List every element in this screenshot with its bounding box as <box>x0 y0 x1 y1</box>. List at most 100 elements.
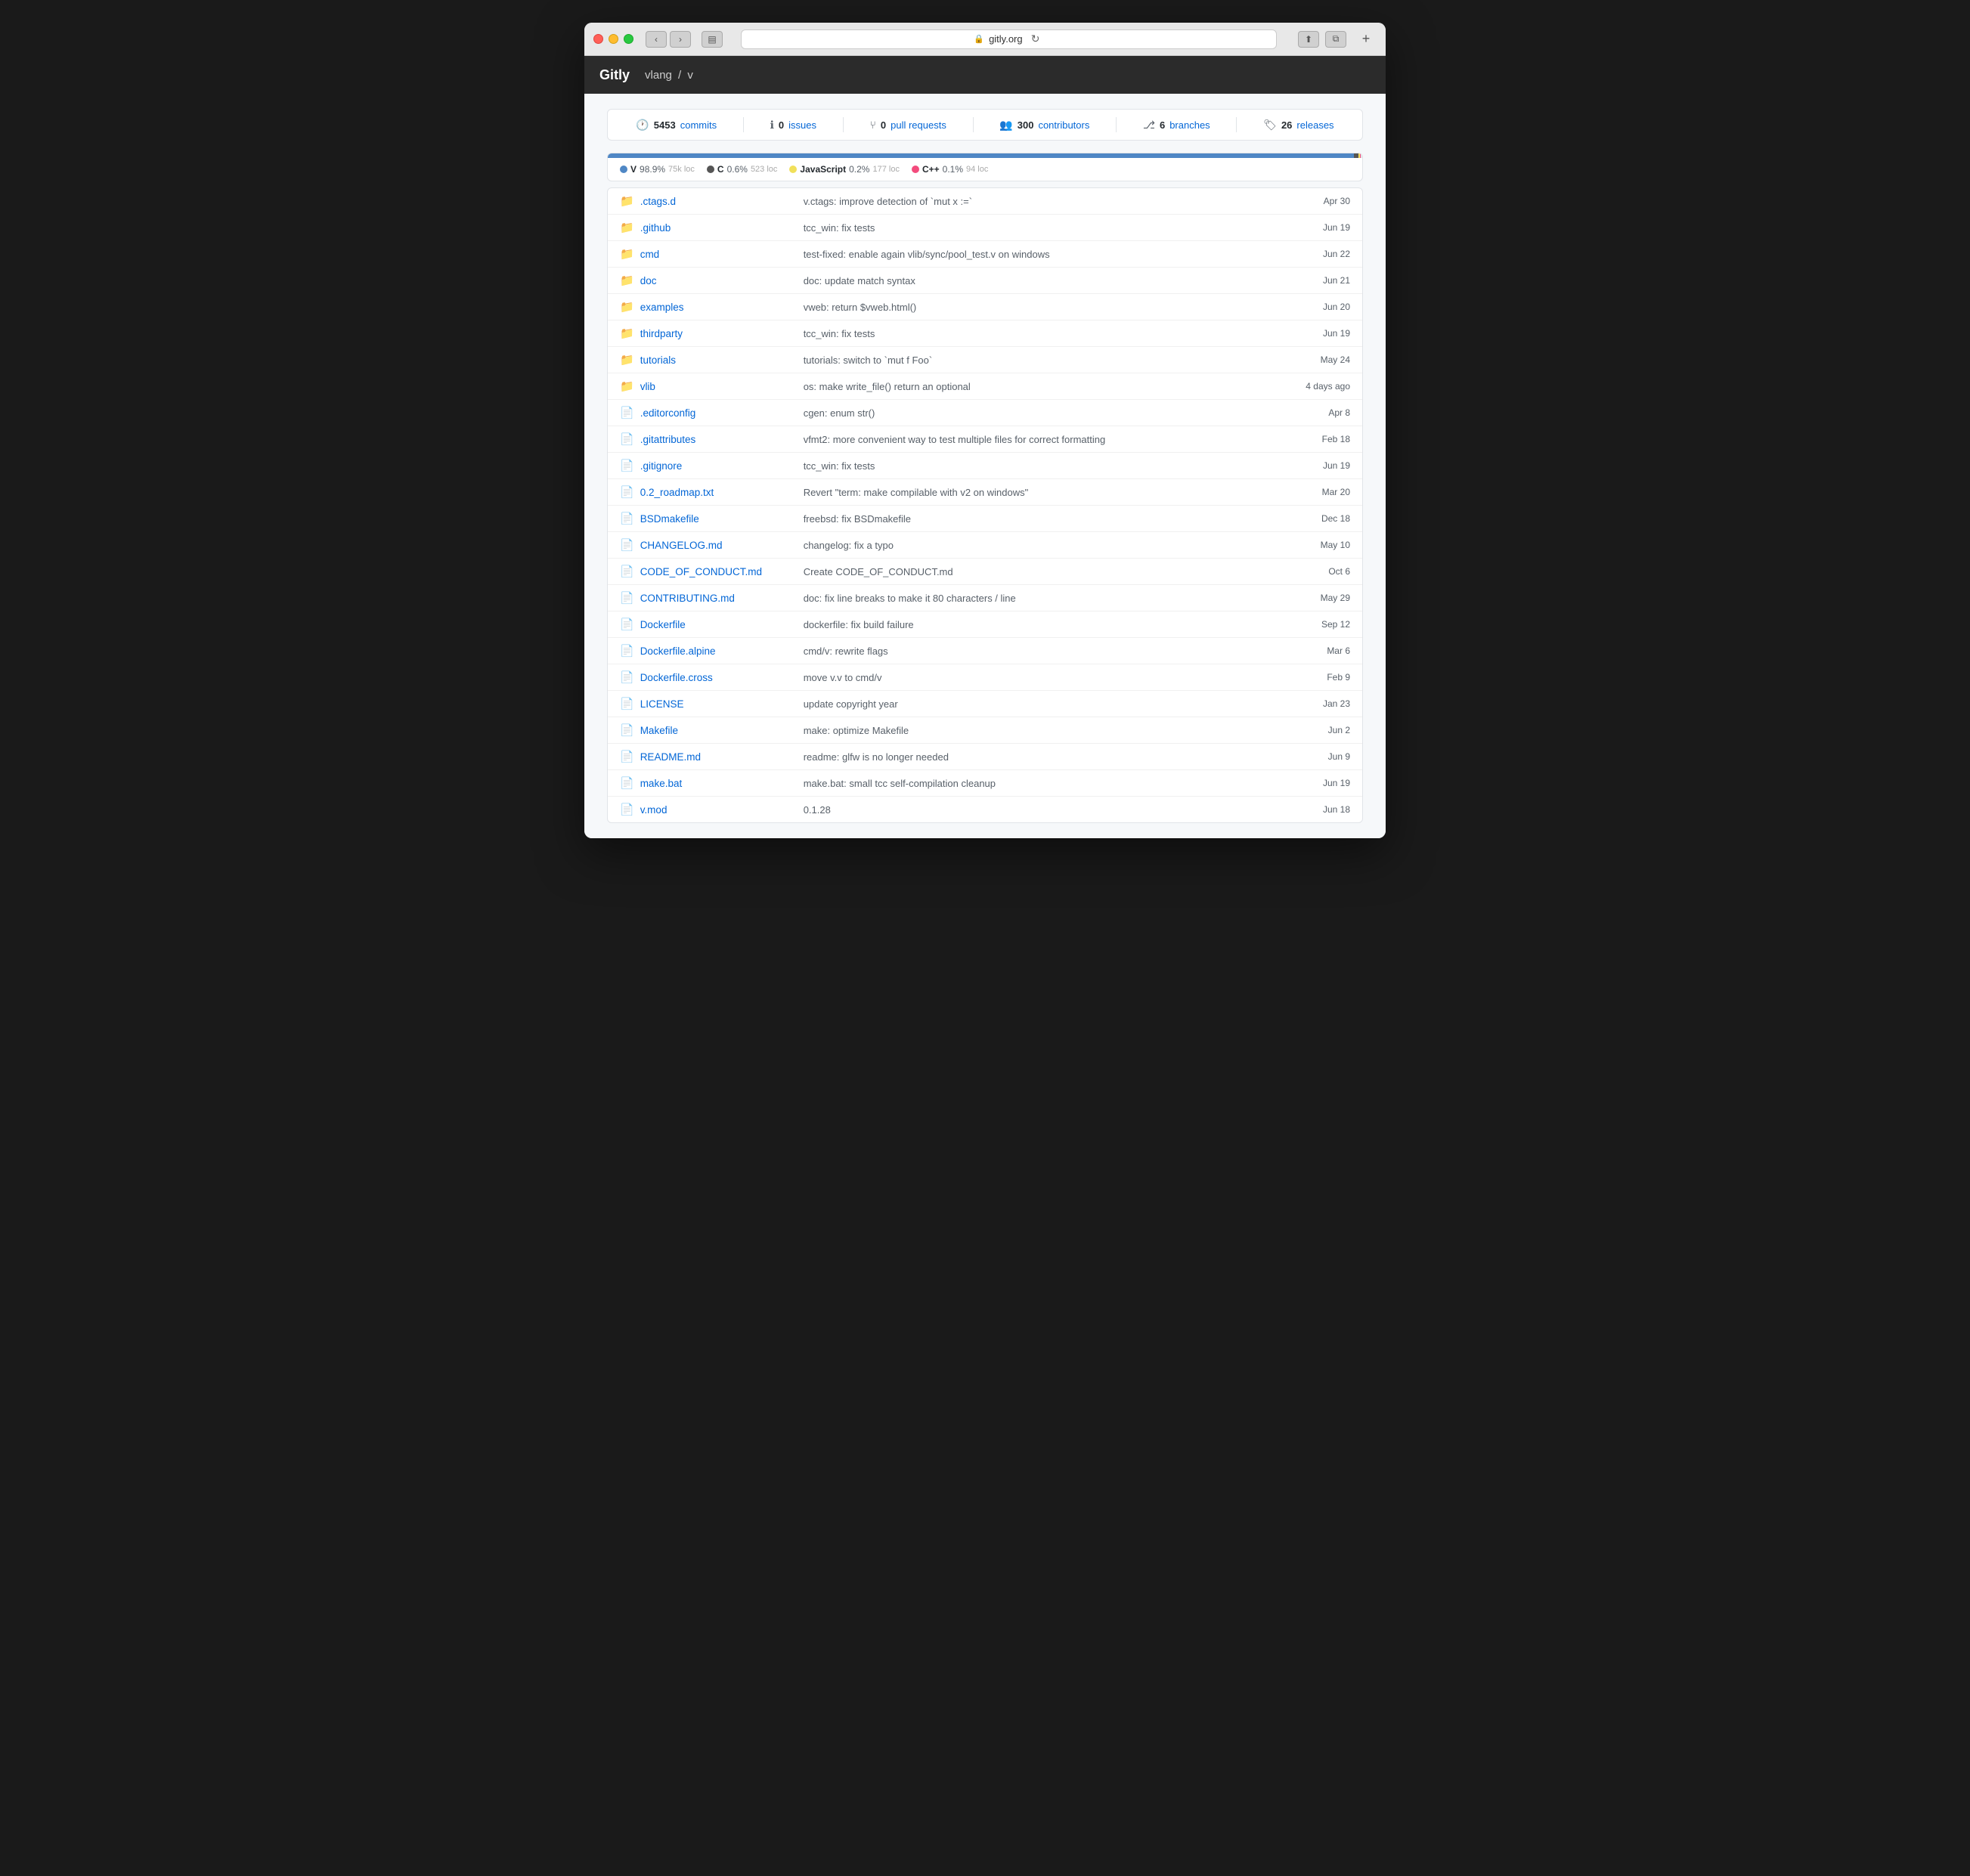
file-commit-message: tutorials: switch to `mut f Foo` <box>791 354 1290 366</box>
forward-button[interactable]: › <box>670 31 691 48</box>
file-name[interactable]: CODE_OF_CONDUCT.md <box>640 566 791 577</box>
table-row[interactable]: 📄 Dockerfile.alpine cmd/v: rewrite flags… <box>608 638 1362 664</box>
table-row[interactable]: 📁 .github tcc_win: fix tests Jun 19 <box>608 215 1362 241</box>
file-name[interactable]: make.bat <box>640 778 791 789</box>
file-icon: 📄 <box>620 697 634 710</box>
table-row[interactable]: 📄 .gitattributes vfmt2: more convenient … <box>608 426 1362 453</box>
file-name[interactable]: .editorconfig <box>640 407 791 419</box>
table-row[interactable]: 📄 CHANGELOG.md changelog: fix a typo May… <box>608 532 1362 559</box>
table-row[interactable]: 📄 .editorconfig cgen: enum str() Apr 8 <box>608 400 1362 426</box>
close-button[interactable] <box>593 34 603 44</box>
table-row[interactable]: 📁 .ctags.d v.ctags: improve detection of… <box>608 188 1362 215</box>
releases-label: releases <box>1296 119 1333 131</box>
file-date: May 24 <box>1290 354 1350 365</box>
file-name[interactable]: .gitignore <box>640 460 791 472</box>
back-button[interactable]: ‹ <box>646 31 667 48</box>
table-row[interactable]: 📄 BSDmakefile freebsd: fix BSDmakefile D… <box>608 506 1362 532</box>
table-row[interactable]: 📄 0.2_roadmap.txt Revert "term: make com… <box>608 479 1362 506</box>
app-logo[interactable]: Gitly <box>599 67 630 83</box>
table-row[interactable]: 📄 Makefile make: optimize Makefile Jun 2 <box>608 717 1362 744</box>
file-name[interactable]: BSDmakefile <box>640 513 791 525</box>
pr-icon: ⑂ <box>869 119 875 131</box>
file-commit-message: v.ctags: improve detection of `mut x :=` <box>791 196 1290 207</box>
lang-name-js: JavaScript <box>800 164 846 175</box>
stat-releases[interactable]: 🏷 26 releases <box>1263 119 1333 132</box>
maximize-button[interactable] <box>624 34 633 44</box>
file-name[interactable]: 0.2_roadmap.txt <box>640 487 791 498</box>
file-date: Feb 18 <box>1290 434 1350 444</box>
file-commit-message: tcc_win: fix tests <box>791 328 1290 339</box>
file-name[interactable]: Dockerfile.cross <box>640 672 791 683</box>
file-name[interactable]: CONTRIBUTING.md <box>640 593 791 604</box>
file-name[interactable]: Dockerfile.alpine <box>640 645 791 657</box>
file-name[interactable]: tutorials <box>640 354 791 366</box>
lang-other-bar <box>1361 153 1362 158</box>
file-commit-message: tcc_win: fix tests <box>791 222 1290 234</box>
table-row[interactable]: 📄 make.bat make.bat: small tcc self-comp… <box>608 770 1362 797</box>
file-name[interactable]: CHANGELOG.md <box>640 540 791 551</box>
file-icon: 📄 <box>620 538 634 552</box>
stat-pull-requests[interactable]: ⑂ 0 pull requests <box>869 119 946 131</box>
table-row[interactable]: 📁 cmd test-fixed: enable again vlib/sync… <box>608 241 1362 268</box>
file-name[interactable]: LICENSE <box>640 698 791 710</box>
file-icon: 📄 <box>620 512 634 525</box>
add-tab-button[interactable]: + <box>1355 31 1377 48</box>
reload-button[interactable]: ↻ <box>1027 31 1044 48</box>
nav-buttons: ‹ › <box>646 31 691 48</box>
table-row[interactable]: 📄 Dockerfile dockerfile: fix build failu… <box>608 611 1362 638</box>
file-name[interactable]: v.mod <box>640 804 791 816</box>
file-commit-message: doc: fix line breaks to make it 80 chara… <box>791 593 1290 604</box>
table-row[interactable]: 📁 doc doc: update match syntax Jun 21 <box>608 268 1362 294</box>
file-date: Jun 19 <box>1290 778 1350 788</box>
file-name[interactable]: .github <box>640 222 791 234</box>
file-name[interactable]: README.md <box>640 751 791 763</box>
repo-name[interactable]: v <box>687 69 693 82</box>
stat-branches[interactable]: ⎇ 6 branches <box>1143 119 1210 132</box>
table-row[interactable]: 📄 CODE_OF_CONDUCT.md Create CODE_OF_COND… <box>608 559 1362 585</box>
table-row[interactable]: 📄 LICENSE update copyright year Jan 23 <box>608 691 1362 717</box>
sidebar-button[interactable]: ▤ <box>702 31 723 48</box>
folder-icon: 📁 <box>620 194 634 208</box>
stat-commits[interactable]: 🕐 5453 commits <box>636 119 717 132</box>
lang-label-js: JavaScript 0.2% 177 loc <box>789 164 900 175</box>
file-date: Dec 18 <box>1290 513 1350 524</box>
file-commit-message: changelog: fix a typo <box>791 540 1290 551</box>
file-name[interactable]: Dockerfile <box>640 619 791 630</box>
file-date: Jun 22 <box>1290 249 1350 259</box>
lang-label-v: V 98.9% 75k loc <box>620 164 695 175</box>
stat-issues[interactable]: ℹ 0 issues <box>770 119 816 132</box>
share-button[interactable]: ⬆ <box>1298 31 1319 48</box>
file-commit-message: Create CODE_OF_CONDUCT.md <box>791 566 1290 577</box>
lang-dot-js <box>789 166 797 173</box>
address-bar[interactable]: 🔒 gitly.org ↻ <box>741 29 1277 49</box>
table-row[interactable]: 📁 thirdparty tcc_win: fix tests Jun 19 <box>608 320 1362 347</box>
language-labels: V 98.9% 75k loc C 0.6% 523 loc JavaScrip… <box>608 158 1362 181</box>
file-commit-message: Revert "term: make compilable with v2 on… <box>791 487 1290 498</box>
table-row[interactable]: 📄 README.md readme: glfw is no longer ne… <box>608 744 1362 770</box>
file-name[interactable]: vlib <box>640 381 791 392</box>
file-name[interactable]: examples <box>640 302 791 313</box>
table-row[interactable]: 📁 tutorials tutorials: switch to `mut f … <box>608 347 1362 373</box>
new-tab-button[interactable]: ⧉ <box>1325 31 1346 48</box>
minimize-button[interactable] <box>609 34 618 44</box>
file-name[interactable]: .gitattributes <box>640 434 791 445</box>
repo-owner[interactable]: vlang <box>645 69 672 82</box>
file-name[interactable]: .ctags.d <box>640 196 791 207</box>
file-icon: 📄 <box>620 803 634 816</box>
table-row[interactable]: 📄 v.mod 0.1.28 Jun 18 <box>608 797 1362 822</box>
table-row[interactable]: 📁 examples vweb: return $vweb.html() Jun… <box>608 294 1362 320</box>
file-name[interactable]: thirdparty <box>640 328 791 339</box>
table-row[interactable]: 📄 .gitignore tcc_win: fix tests Jun 19 <box>608 453 1362 479</box>
table-row[interactable]: 📄 CONTRIBUTING.md doc: fix line breaks t… <box>608 585 1362 611</box>
file-name[interactable]: Makefile <box>640 725 791 736</box>
window-actions: ⬆ ⧉ <box>1298 31 1346 48</box>
file-icon: 📄 <box>620 618 634 631</box>
stat-contributors[interactable]: 👥 300 contributors <box>999 119 1089 132</box>
contributors-label: contributors <box>1038 119 1089 131</box>
table-row[interactable]: 📄 Dockerfile.cross move v.v to cmd/v Feb… <box>608 664 1362 691</box>
file-date: Jan 23 <box>1290 698 1350 709</box>
table-row[interactable]: 📁 vlib os: make write_file() return an o… <box>608 373 1362 400</box>
file-name[interactable]: cmd <box>640 249 791 260</box>
file-date: Jun 19 <box>1290 222 1350 233</box>
file-name[interactable]: doc <box>640 275 791 286</box>
